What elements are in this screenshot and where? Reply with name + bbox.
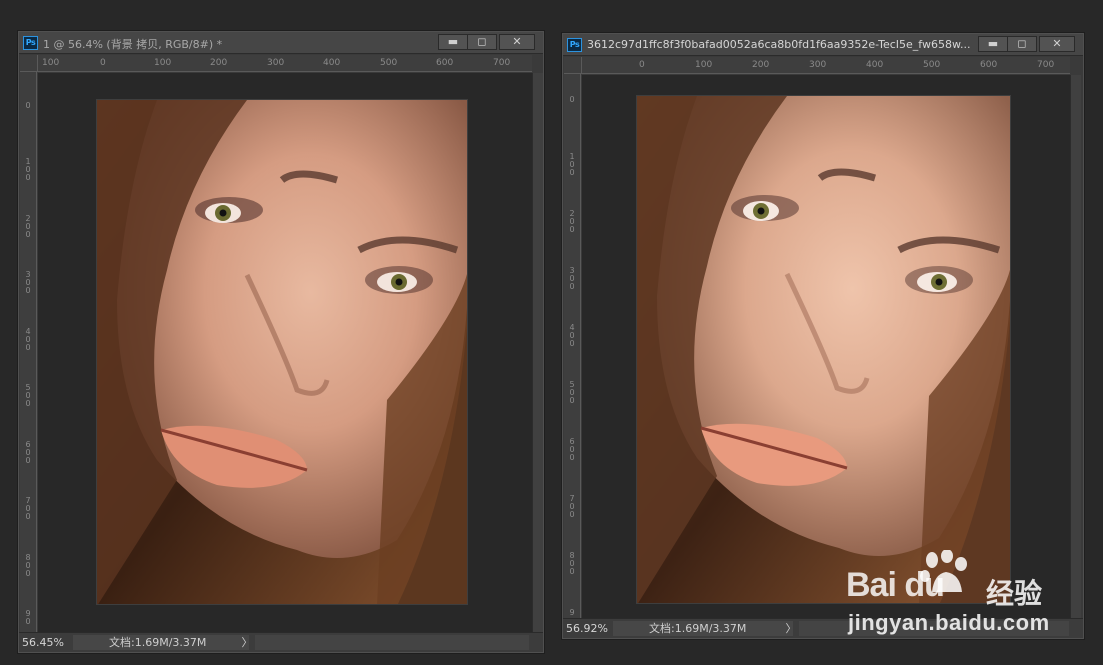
ruler-label: 200 [210,58,228,68]
ruler-origin[interactable] [20,55,38,72]
ruler-label: 600 [569,437,575,462]
ruler-label: 300 [25,270,31,295]
minimize-button[interactable]: ▬ [978,36,1008,52]
zoom-level-field[interactable]: 56.45% [22,635,70,650]
ruler-label: 400 [866,60,884,70]
ruler-label: 200 [569,209,575,234]
ruler-label: 700 [569,494,575,519]
ruler-label: 300 [267,58,285,68]
document-size-info[interactable]: 文档:1.69M/3.37M [73,635,249,650]
ruler-label: 100 [25,157,31,182]
vertical-scrollbar[interactable] [532,73,543,632]
ruler-label: 0 [569,95,575,104]
ruler-label: 90 [25,609,31,626]
ruler-label: 500 [923,60,941,70]
ruler-label: 400 [569,323,575,348]
portrait-photo[interactable] [96,99,468,605]
minimize-button[interactable]: ▬ [438,34,468,50]
status-bar: 56.92% 文档:1.69M/3.37M 〉 [563,618,1083,638]
ruler-label: 800 [25,553,31,578]
horizontal-ruler[interactable]: 0 100 200 300 400 500 600 700 [582,57,1070,74]
ruler-label: 700 [25,496,31,521]
ruler-label: 400 [25,327,31,352]
status-bar: 56.45% 文档:1.69M/3.37M 〉 [19,632,543,652]
ruler-label: 600 [436,58,454,68]
ruler-origin[interactable] [564,57,582,74]
ruler-label: 500 [569,380,575,405]
vertical-ruler[interactable]: 0 100 200 300 400 500 600 700 800 9 [564,74,581,624]
window-titlebar[interactable]: Ps 1 @ 56.4% (背景 拷贝, RGB/8#) * ▬ ◻ ✕ [19,32,543,54]
ruler-label: 800 [569,551,575,576]
ruler-label: 700 [1037,60,1055,70]
ruler-label: 500 [25,383,31,408]
document-window-2[interactable]: Ps 3612c97d1ffc8f3f0bafad0052a6ca8b0fd1f… [561,32,1085,640]
ruler-label: 200 [752,60,770,70]
document-window-1[interactable]: Ps 1 @ 56.4% (背景 拷贝, RGB/8#) * ▬ ◻ ✕ 100… [17,30,545,654]
ruler-label: 100 [695,60,713,70]
ruler-label: 0 [639,60,645,70]
ruler-label: 600 [25,440,31,465]
close-button[interactable]: ✕ [499,34,535,50]
photoshop-workspace: Ps 1 @ 56.4% (背景 拷贝, RGB/8#) * ▬ ◻ ✕ 100… [0,0,1103,665]
vertical-scrollbar[interactable] [1070,75,1081,624]
close-button[interactable]: ✕ [1039,36,1075,52]
status-menu-arrow[interactable]: 〉 [241,635,253,650]
vertical-ruler[interactable]: 0 100 200 300 400 500 600 700 800 90 [20,72,37,632]
status-menu-arrow[interactable]: 〉 [785,621,797,636]
horizontal-ruler[interactable]: 100 0 100 200 300 400 500 600 700 [38,55,532,72]
portrait-photo[interactable] [636,95,1011,604]
maximize-button[interactable]: ◻ [1007,36,1037,52]
ruler-label: 200 [25,214,31,239]
document-canvas[interactable] [38,73,534,632]
horizontal-scrollbar[interactable] [255,635,529,650]
document-size-info[interactable]: 文档:1.69M/3.37M [613,621,793,636]
ruler-label: 100 [154,58,172,68]
photoshop-icon: Ps [23,36,38,50]
ruler-label: 700 [493,58,511,68]
ruler-label: 0 [100,58,106,68]
portrait-image [637,96,1010,603]
maximize-button[interactable]: ◻ [467,34,497,50]
portrait-image [97,100,467,604]
ruler-label: 100 [42,58,60,68]
ruler-label: 100 [569,152,575,177]
window-title: 1 @ 56.4% (背景 拷贝, RGB/8#) * [43,38,223,51]
ruler-label: 9 [569,608,575,617]
window-titlebar[interactable]: Ps 3612c97d1ffc8f3f0bafad0052a6ca8b0fd1f… [563,34,1083,56]
ruler-label: 500 [380,58,398,68]
ruler-label: 0 [25,101,31,110]
ruler-label: 300 [809,60,827,70]
horizontal-scrollbar[interactable] [799,621,1069,636]
ruler-label: 600 [980,60,998,70]
ruler-label: 400 [323,58,341,68]
photoshop-icon: Ps [567,38,582,52]
zoom-level-field[interactable]: 56.92% [566,621,614,636]
document-canvas[interactable] [582,75,1072,624]
ruler-label: 300 [569,266,575,291]
window-title: 3612c97d1ffc8f3f0bafad0052a6ca8b0fd1f6aa… [587,38,971,51]
